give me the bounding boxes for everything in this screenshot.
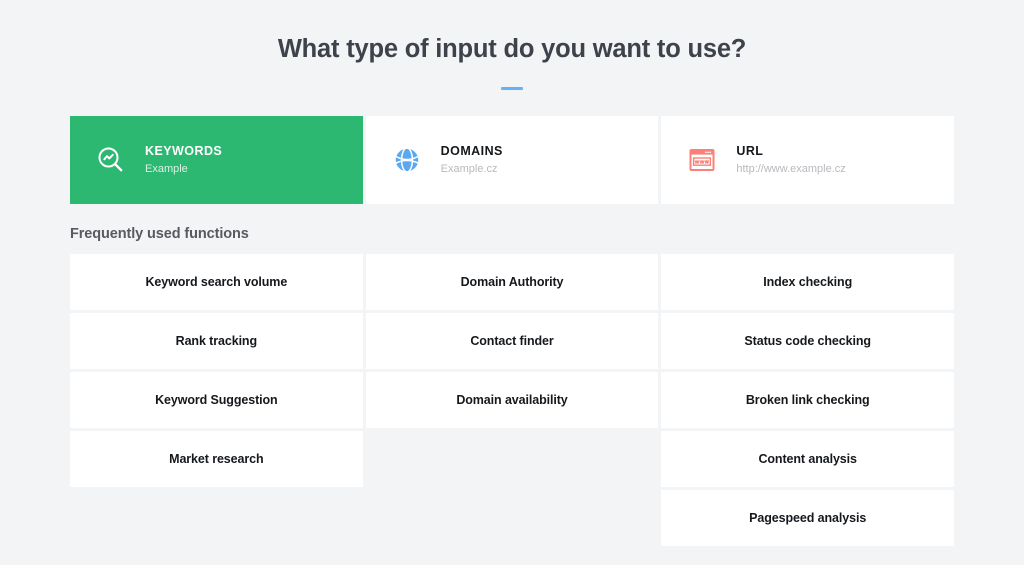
function-tile[interactable]: Contact finder <box>365 312 659 369</box>
function-tile[interactable]: Content analysis <box>661 430 955 487</box>
function-tile[interactable]: Pagespeed analysis <box>661 489 955 546</box>
input-type-card-text: URL http://www.example.cz <box>736 143 845 177</box>
input-type-card-url[interactable]: URL http://www.example.cz <box>661 115 955 204</box>
input-type-card-title: URL <box>736 143 764 158</box>
function-tile[interactable]: Keyword search volume <box>70 253 363 310</box>
function-tile[interactable]: Domain availability <box>365 371 659 428</box>
page-title: What type of input do you want to use? <box>277 35 747 63</box>
function-tile[interactable]: Market research <box>70 430 363 487</box>
functions-column-domains: Domain Authority Contact finder Domain a… <box>365 253 659 546</box>
function-tile[interactable]: Status code checking <box>661 312 955 369</box>
function-tile[interactable]: Index checking <box>661 253 955 310</box>
input-type-card-title: KEYWORDS <box>145 143 223 158</box>
page-header: What type of input do you want to use? <box>0 0 1024 90</box>
function-tile[interactable]: Rank tracking <box>70 312 363 369</box>
function-tile[interactable]: Domain Authority <box>365 253 659 310</box>
input-type-card-domains[interactable]: DOMAINS Example.cz <box>365 115 659 204</box>
input-type-card-example: Example.cz <box>440 163 498 176</box>
frequently-used-functions-label: Frequently used functions <box>70 225 249 242</box>
functions-column-keywords: Keyword search volume Rank tracking Keyw… <box>70 253 363 546</box>
globe-icon <box>390 143 424 177</box>
input-type-card-example: Example <box>145 163 188 176</box>
title-accent-underline <box>501 86 523 90</box>
input-type-card-text: KEYWORDS Example <box>145 143 222 177</box>
input-type-card-text: DOMAINS Example.cz <box>441 143 503 177</box>
input-type-card-example: http://www.example.cz <box>736 163 846 176</box>
page-root: What type of input do you want to use? K… <box>0 0 1024 565</box>
function-tile[interactable]: Broken link checking <box>661 371 955 428</box>
functions-grid: Keyword search volume Rank tracking Keyw… <box>70 253 955 546</box>
function-tile[interactable]: Keyword Suggestion <box>70 371 363 428</box>
functions-column-url: Index checking Status code checking Brok… <box>661 253 955 546</box>
magnifier-trend-icon <box>94 143 128 177</box>
browser-window-www-icon <box>685 143 719 177</box>
input-type-card-list: KEYWORDS Example DOMAINS Example.cz URL … <box>70 115 955 204</box>
input-type-card-title: DOMAINS <box>440 143 503 158</box>
input-type-card-keywords[interactable]: KEYWORDS Example <box>70 115 363 204</box>
